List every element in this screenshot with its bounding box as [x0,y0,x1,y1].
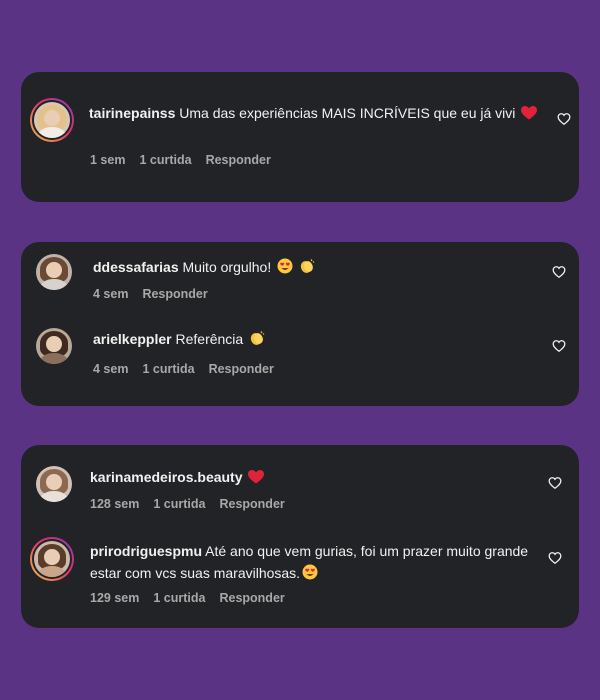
red-heart-icon [521,104,538,126]
comment-meta: 4 sem 1 curtida Responder [93,362,274,376]
avatar[interactable] [30,98,74,142]
comment-time: 4 sem [93,362,129,376]
comment-time: 129 sem [90,591,140,605]
comment-text: arielkeppler Referência [93,328,533,352]
likes-count[interactable]: 1 curtida [153,591,205,605]
username-link[interactable]: prirodriguespmu [90,543,202,559]
comment-text: ddessafarias Muito orgulho! [93,256,533,280]
likes-count[interactable]: 1 curtida [142,362,194,376]
comment-meta: 4 sem Responder [93,287,208,301]
comment-text: prirodriguespmu Até ano que vem gurias, … [90,540,540,586]
comment-body: Muito orgulho! [182,259,272,275]
avatar[interactable] [36,466,72,502]
heart-eyes-emoji-icon [277,258,293,280]
clapping-hands-icon [299,258,315,280]
likes-count[interactable]: 1 curtida [139,153,191,167]
comment-body: Uma das experiências MAIS INCRÍVEIS que … [179,105,516,121]
like-heart-icon[interactable] [548,476,562,490]
username-link[interactable]: tairinepainss [89,105,175,121]
comment-meta: 128 sem 1 curtida Responder [90,497,285,511]
username-link[interactable]: karinamedeiros.beauty [90,469,243,485]
comment-text: karinamedeiros.beauty [90,466,530,490]
like-heart-icon[interactable] [557,112,571,126]
like-heart-icon[interactable] [552,265,566,279]
username-link[interactable]: ddessafarias [93,259,179,275]
reply-button[interactable]: Responder [219,497,284,511]
comment-time: 128 sem [90,497,140,511]
avatar[interactable] [36,254,72,290]
comment-time: 1 sem [90,153,126,167]
avatar[interactable] [30,537,74,581]
reply-button[interactable]: Responder [206,153,271,167]
clapping-hands-icon [249,330,265,352]
comment-meta: 1 sem 1 curtida Responder [90,153,271,167]
like-heart-icon[interactable] [548,551,562,565]
heart-eyes-emoji-icon [302,564,318,586]
comment-body: Referência [175,331,244,347]
likes-count[interactable]: 1 curtida [153,497,205,511]
reply-button[interactable]: Responder [209,362,274,376]
comment-time: 4 sem [93,287,129,301]
comment-card: karinamedeiros.beauty 128 sem 1 curtida … [21,445,579,628]
comment-text: tairinepainss Uma das experiências MAIS … [89,102,549,126]
like-heart-icon[interactable] [552,339,566,353]
username-link[interactable]: arielkeppler [93,331,172,347]
comment-card: ddessafarias Muito orgulho! 4 sem Respon… [21,242,579,406]
avatar[interactable] [36,328,72,364]
comment-meta: 129 sem 1 curtida Responder [90,591,285,605]
reply-button[interactable]: Responder [142,287,207,301]
comment-card: tairinepainss Uma das experiências MAIS … [21,72,579,202]
reply-button[interactable]: Responder [219,591,284,605]
red-heart-icon [248,468,265,490]
